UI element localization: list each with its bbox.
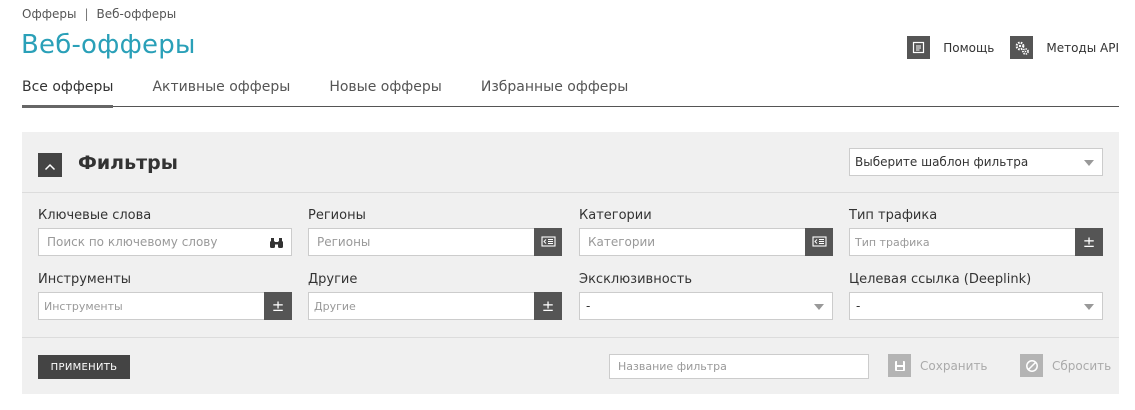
save-button[interactable]: Сохранить [888, 354, 988, 377]
filters-panel: Фильтры Выберите шаблон фильтра Ключевые… [22, 132, 1119, 394]
categories-input-wrap [579, 228, 833, 256]
deeplink-label: Целевая ссылка (Deeplink) [849, 272, 1032, 287]
list-icon [811, 233, 827, 251]
reset-label: Сбросить [1052, 358, 1112, 373]
chevron-down-icon [814, 304, 824, 310]
document-icon [907, 36, 931, 59]
traffic-type-label: Тип трафика [849, 208, 938, 223]
floppy-icon [888, 354, 911, 377]
list-icon [540, 233, 556, 251]
deeplink-value: - [856, 299, 861, 313]
filter-name-wrap [609, 354, 869, 379]
filter-template-select[interactable]: Выберите шаблон фильтра [849, 148, 1103, 176]
keywords-field: Ключевые слова [38, 208, 292, 256]
categories-label: Категории [579, 208, 652, 223]
exclusivity-select[interactable]: - [579, 292, 833, 320]
tab-new-offers[interactable]: Новые офферы [329, 74, 442, 107]
breadcrumb: Офферы | Веб-офферы [22, 7, 176, 21]
offer-tabs: Все офферы Активные офферы Новые офферы … [22, 74, 1119, 108]
help-label: Помощь [943, 40, 995, 55]
gears-icon [1010, 36, 1034, 59]
save-label: Сохранить [920, 358, 988, 373]
filters-title: Фильтры [78, 152, 178, 174]
header-actions: Помощь Методы API [891, 36, 1119, 59]
other-input-wrap: ± [308, 292, 562, 320]
regions-list-button[interactable] [534, 228, 562, 256]
binoculars-icon[interactable] [268, 235, 284, 251]
traffic-type-input[interactable] [850, 229, 1102, 255]
regions-field: Регионы [308, 208, 562, 256]
filters-header: Фильтры Выберите шаблон фильтра [22, 132, 1119, 193]
tools-input[interactable] [39, 293, 291, 319]
keywords-input[interactable] [39, 229, 291, 255]
tab-active-offers[interactable]: Активные офферы [152, 74, 290, 107]
breadcrumb-item-offers[interactable]: Офферы [22, 7, 76, 21]
exclusivity-value: - [586, 299, 591, 313]
filter-template-value: Выберите шаблон фильтра [855, 155, 1029, 169]
traffic-type-input-wrap: ± [849, 228, 1103, 256]
categories-list-button[interactable] [805, 228, 833, 256]
regions-input[interactable] [309, 229, 561, 255]
traffic-type-field: Тип трафика ± [849, 208, 1103, 256]
keywords-input-wrap [38, 228, 292, 256]
categories-field: Категории [579, 208, 833, 256]
keywords-label: Ключевые слова [38, 208, 152, 223]
exclusivity-field: Эксклюзивность - [579, 272, 833, 320]
chevron-down-icon [1084, 304, 1094, 310]
tools-toggle-button[interactable]: ± [264, 292, 292, 320]
other-label: Другие [308, 272, 358, 287]
other-field: Другие ± [308, 272, 562, 320]
exclusivity-label: Эксклюзивность [579, 272, 693, 287]
api-methods-label: Методы API [1046, 40, 1119, 55]
breadcrumb-item-web-offers[interactable]: Веб-офферы [97, 7, 177, 21]
breadcrumb-separator: | [84, 7, 89, 21]
chevron-up-icon [44, 156, 56, 175]
filter-name-input[interactable] [610, 355, 868, 378]
deeplink-field: Целевая ссылка (Deeplink) - [849, 272, 1103, 320]
tools-field: Инструменты ± [38, 272, 292, 320]
traffic-type-toggle-button[interactable]: ± [1075, 228, 1103, 256]
filters-footer: ПРИМЕНИТЬ Сохранить Сбросить [22, 337, 1119, 394]
tools-label: Инструменты [38, 272, 132, 287]
regions-label: Регионы [308, 208, 366, 223]
cancel-circle-icon [1020, 354, 1043, 377]
apply-button[interactable]: ПРИМЕНИТЬ [38, 355, 130, 379]
regions-input-wrap [308, 228, 562, 256]
deeplink-select[interactable]: - [849, 292, 1103, 320]
reset-button[interactable]: Сбросить [1020, 354, 1111, 377]
tab-favorite-offers[interactable]: Избранные офферы [481, 74, 629, 107]
chevron-down-icon [1084, 160, 1094, 166]
help-button[interactable]: Помощь [907, 36, 994, 59]
other-toggle-button[interactable]: ± [534, 292, 562, 320]
tab-all-offers[interactable]: Все офферы [22, 74, 114, 108]
other-input[interactable] [309, 293, 561, 319]
collapse-filters-button[interactable] [38, 153, 62, 177]
tools-input-wrap: ± [38, 292, 292, 320]
api-methods-button[interactable]: Методы API [1010, 36, 1119, 59]
categories-input[interactable] [580, 229, 832, 255]
page-title: Веб-офферы [21, 30, 196, 60]
